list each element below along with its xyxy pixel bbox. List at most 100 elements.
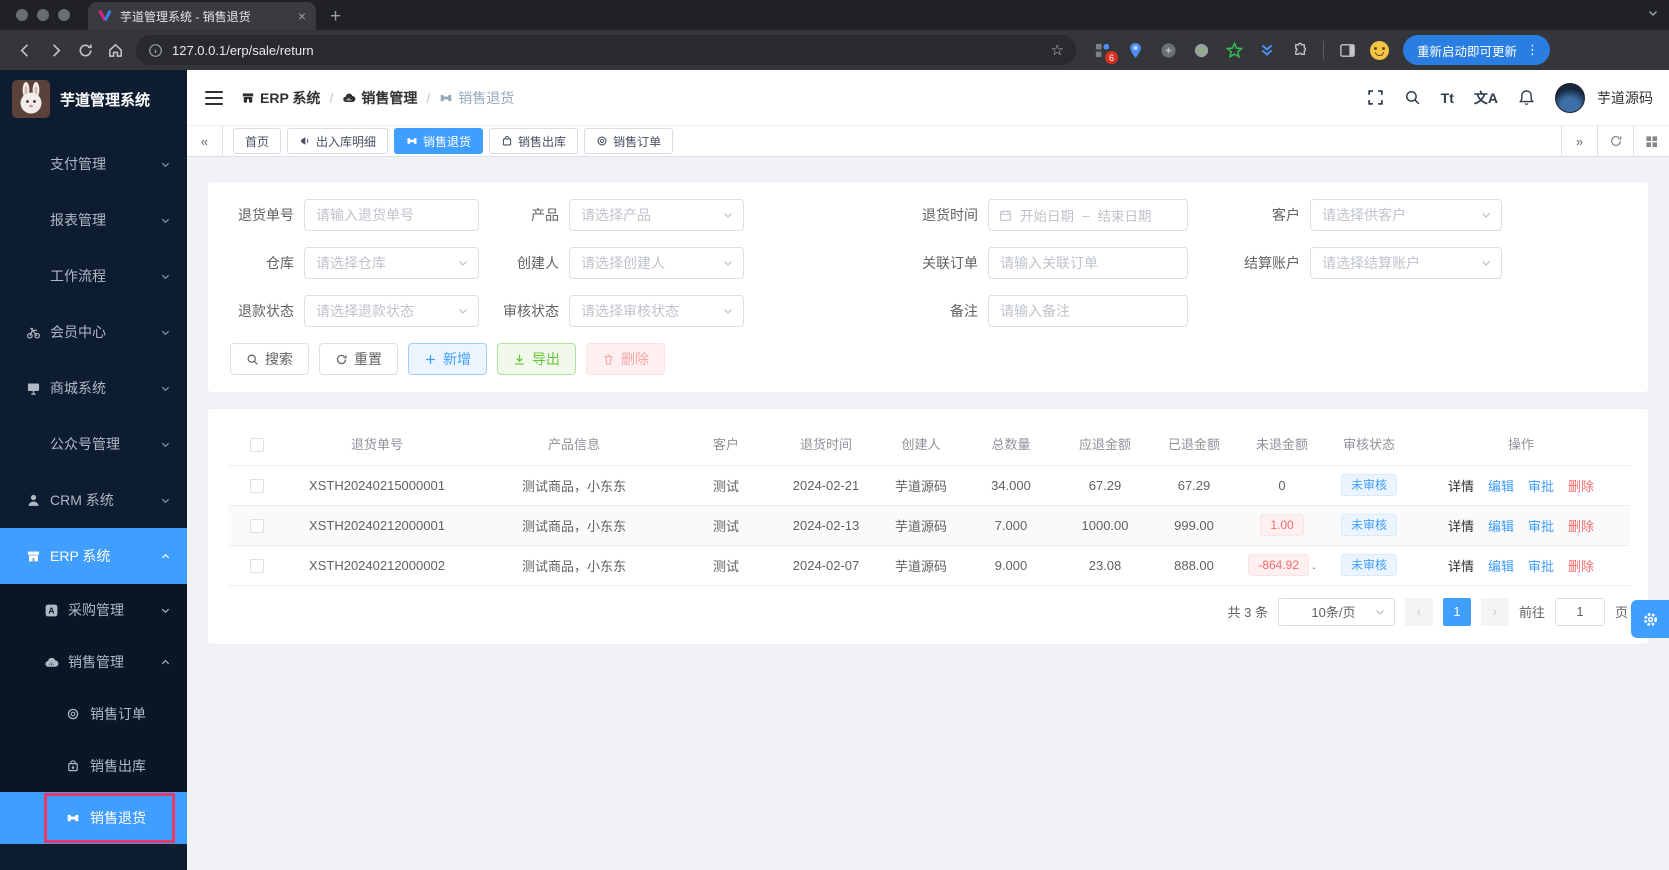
back-icon[interactable] (10, 35, 40, 65)
extension-ring-icon[interactable] (1191, 40, 1211, 60)
sidebar-item-sale-order[interactable]: 销售订单 (0, 688, 187, 740)
breadcrumb-separator: / (329, 90, 333, 106)
search-icon[interactable] (1404, 89, 1421, 106)
font-size-icon[interactable]: Tt (1441, 90, 1454, 106)
detail-link[interactable]: 详情 (1448, 556, 1474, 575)
chrome-update-button[interactable]: 重新启动即可更新 ⋮ (1403, 35, 1550, 65)
bell-icon[interactable] (1518, 89, 1535, 106)
side-panel-icon[interactable] (1337, 40, 1357, 60)
extension-balloon-icon[interactable] (1125, 40, 1145, 60)
refund-status-select[interactable]: 请选择退款状态 (304, 295, 479, 327)
sidebar-item-sale-return[interactable]: 销售退货 (0, 792, 187, 844)
url-text[interactable]: 127.0.0.1/erp/sale/return (172, 43, 1042, 58)
page-size-select[interactable]: 10条/页 (1278, 598, 1395, 626)
tab-search-chevron-icon[interactable] (1647, 7, 1659, 19)
fullscreen-icon[interactable] (1367, 89, 1384, 106)
table-card: 退货单号 产品信息 客户 退货时间 创建人 总数量 应退金额 已退金额 未退金额… (207, 408, 1649, 645)
site-info-icon[interactable] (148, 43, 163, 58)
extensions-puzzle-icon[interactable] (1290, 40, 1310, 60)
tabs-scroll-left-icon[interactable]: « (187, 126, 223, 156)
export-button[interactable]: 导出 (497, 343, 576, 375)
address-bar[interactable]: 127.0.0.1/erp/sale/return ☆ (136, 35, 1076, 65)
kebab-menu-icon[interactable]: ⋮ (1526, 42, 1539, 58)
customer-select[interactable]: 请选择供客户 (1310, 199, 1502, 231)
sidebar-item-sale-out[interactable]: 销售出库 (0, 740, 187, 792)
sidebar-item-wechat[interactable]: 公众号管理 (0, 416, 187, 472)
collapse-menu-icon[interactable] (205, 91, 223, 105)
sidebar-logo-row[interactable]: 芋道管理系统 (0, 70, 187, 128)
delete-link[interactable]: 删除 (1568, 556, 1594, 575)
approve-link[interactable]: 审批 (1528, 476, 1554, 495)
edit-link[interactable]: 编辑 (1488, 556, 1514, 575)
language-icon[interactable]: 文A (1474, 88, 1498, 108)
add-button[interactable]: 新增 (408, 343, 487, 375)
row-checkbox[interactable] (250, 559, 264, 573)
prev-page-button[interactable]: ‹ (1405, 598, 1433, 626)
breadcrumb-sales[interactable]: 销售管理 (342, 88, 417, 108)
forward-icon[interactable] (40, 35, 70, 65)
window-traffic-lights[interactable] (16, 9, 70, 21)
sidebar-item-purchase[interactable]: A 采购管理 (0, 584, 187, 636)
return-date-range[interactable]: 开始日期 – 结束日期 (988, 199, 1188, 231)
settings-fab[interactable] (1631, 600, 1669, 638)
reset-button[interactable]: 重置 (319, 343, 398, 375)
current-page[interactable]: 1 (1443, 598, 1471, 626)
tab-close-icon[interactable]: × (298, 8, 306, 24)
sidebar-item-member[interactable]: 会员中心 (0, 304, 187, 360)
audit-status-select[interactable]: 请选择审核状态 (569, 295, 744, 327)
bookmark-star-icon[interactable]: ☆ (1051, 41, 1064, 59)
reload-icon[interactable] (70, 35, 100, 65)
sidebar-item-payment[interactable]: 支付管理 (0, 136, 187, 192)
tab-inout-detail[interactable]: 出入库明细 (287, 128, 388, 154)
tabs-scroll-right-icon[interactable]: » (1561, 126, 1597, 156)
related-order-input[interactable] (988, 247, 1188, 279)
layout-grid-icon[interactable] (1633, 126, 1669, 156)
delete-button[interactable]: 删除 (586, 343, 665, 375)
user-avatar[interactable] (1555, 83, 1585, 113)
refresh-icon[interactable] (1597, 126, 1633, 156)
row-checkbox[interactable] (250, 519, 264, 533)
approve-link[interactable]: 审批 (1528, 556, 1554, 575)
next-page-button[interactable]: › (1481, 598, 1509, 626)
row-checkbox[interactable] (250, 479, 264, 493)
bone-icon (66, 811, 82, 825)
select-all-checkbox[interactable] (250, 438, 264, 452)
creator-select[interactable]: 请选择创建人 (569, 247, 744, 279)
browser-tab[interactable]: 芋道管理系统 - 销售退货 × (88, 2, 316, 30)
extension-chevrons-icon[interactable] (1257, 40, 1277, 60)
extension-coin-icon[interactable] (1158, 40, 1178, 60)
sidebar-item-sales[interactable]: 销售管理 (0, 636, 187, 688)
sidebar-item-mall[interactable]: 商城系统 (0, 360, 187, 416)
username[interactable]: 芋道源码 (1597, 88, 1653, 108)
product-select[interactable]: 请选择产品 (569, 199, 744, 231)
detail-link[interactable]: 详情 (1448, 476, 1474, 495)
sidebar-item-erp[interactable]: ERP 系统 (0, 528, 187, 584)
edit-link[interactable]: 编辑 (1488, 476, 1514, 495)
col-order-no: 退货单号 (286, 423, 468, 465)
delete-link[interactable]: 删除 (1568, 516, 1594, 535)
settle-account-select[interactable]: 请选择结算账户 (1310, 247, 1502, 279)
tab-sale-order[interactable]: 销售订单 (584, 128, 673, 154)
extension-star-icon[interactable] (1224, 40, 1244, 60)
breadcrumb-erp[interactable]: ERP 系统 (241, 88, 320, 108)
warehouse-select[interactable]: 请选择仓库 (304, 247, 479, 279)
remark-input[interactable] (988, 295, 1188, 327)
chevron-down-icon (1480, 257, 1492, 269)
approve-link[interactable]: 审批 (1528, 516, 1554, 535)
return-no-input[interactable] (304, 199, 479, 231)
tab-sale-out[interactable]: 销售出库 (489, 128, 578, 154)
extension-grid-icon[interactable]: 6 (1092, 40, 1112, 60)
sidebar-item-report[interactable]: 报表管理 (0, 192, 187, 248)
edit-link[interactable]: 编辑 (1488, 516, 1514, 535)
search-button[interactable]: 搜索 (230, 343, 309, 375)
profile-emoji-icon[interactable] (1370, 41, 1389, 60)
tab-home[interactable]: 首页 (233, 128, 281, 154)
goto-page-input[interactable] (1555, 598, 1605, 626)
tab-sale-return[interactable]: 销售退货 (394, 128, 483, 154)
home-icon[interactable] (100, 35, 130, 65)
delete-link[interactable]: 删除 (1568, 476, 1594, 495)
new-tab-button[interactable]: + (330, 4, 341, 30)
detail-link[interactable]: 详情 (1448, 516, 1474, 535)
sidebar-item-crm[interactable]: CRM 系统 (0, 472, 187, 528)
sidebar-item-workflow[interactable]: 工作流程 (0, 248, 187, 304)
